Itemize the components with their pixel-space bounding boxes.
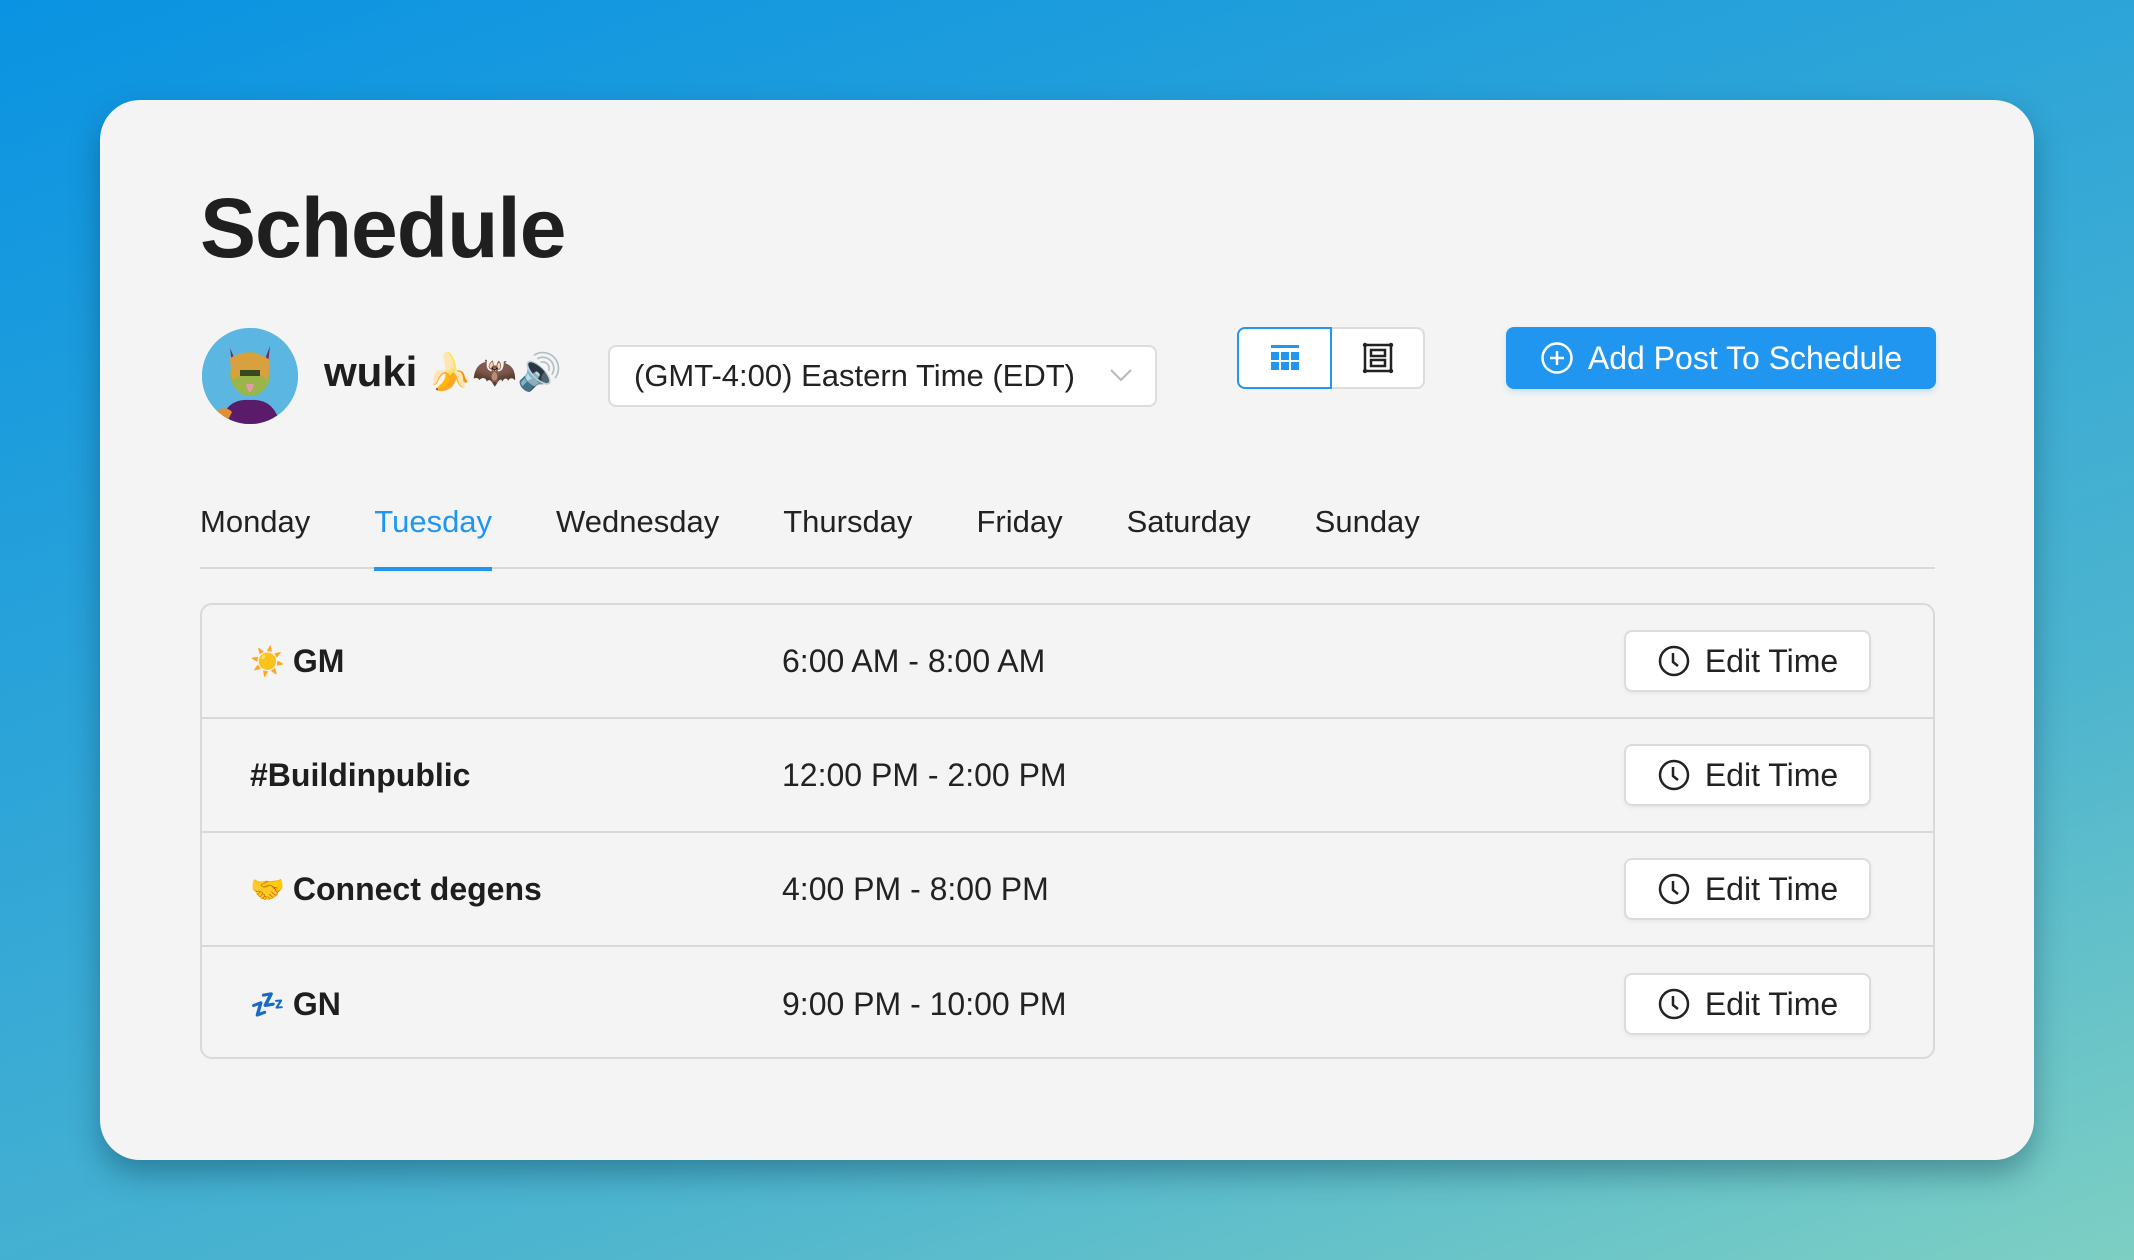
add-post-button[interactable]: Add Post To Schedule xyxy=(1506,327,1936,389)
slot-time: 9:00 PM - 10:00 PM xyxy=(782,985,1067,1022)
slot-name-text: Connect degens xyxy=(292,870,542,907)
avatar xyxy=(202,328,298,424)
slot-time: 12:00 PM - 2:00 PM xyxy=(782,756,1067,793)
tab-wednesday[interactable]: Wednesday xyxy=(556,500,719,569)
edit-time-button[interactable]: Edit Time xyxy=(1624,744,1871,806)
slot-time: 6:00 AM - 8:00 AM xyxy=(782,642,1046,679)
ape-avatar-icon xyxy=(202,328,298,424)
edit-time-button[interactable]: Edit Time xyxy=(1624,973,1871,1035)
tab-thursday[interactable]: Thursday xyxy=(783,500,912,569)
tab-friday[interactable]: Friday xyxy=(976,500,1062,569)
edit-time-label: Edit Time xyxy=(1704,985,1839,1022)
edit-time-label: Edit Time xyxy=(1704,756,1839,793)
sun-icon: ☀️ xyxy=(250,645,285,677)
slot-name: #Buildinpublic xyxy=(250,757,470,794)
clock-icon xyxy=(1658,645,1690,677)
view-toggle xyxy=(1237,327,1425,389)
edit-time-label: Edit Time xyxy=(1704,642,1839,679)
day-tabs: Monday Tuesday Wednesday Thursday Friday… xyxy=(200,500,1935,571)
slot-name-text: GN xyxy=(292,985,341,1022)
calendar-grid-icon xyxy=(1270,345,1299,370)
timezone-value: (GMT-4:00) Eastern Time (EDT) xyxy=(634,358,1075,393)
tab-monday[interactable]: Monday xyxy=(200,500,310,569)
plus-circle-icon xyxy=(1541,342,1573,374)
schedule-table: ☀️ GM 6:00 AM - 8:00 AM Edit Time #Build… xyxy=(200,603,1935,1059)
slot-name: 🤝 Connect degens xyxy=(250,871,542,908)
page-title: Schedule xyxy=(200,181,566,275)
tab-tuesday[interactable]: Tuesday xyxy=(374,500,492,571)
table-row: 🤝 Connect degens 4:00 PM - 8:00 PM Edit … xyxy=(202,833,1933,947)
list-frame-icon xyxy=(1362,342,1393,374)
edit-time-button[interactable]: Edit Time xyxy=(1624,630,1871,692)
slot-time: 4:00 PM - 8:00 PM xyxy=(782,870,1049,907)
schedule-card: Schedule wuki 🍌🦇🔊 (GMT-4:00) Eastern Tim… xyxy=(100,100,2034,1160)
slot-name: ☀️ GM xyxy=(250,643,344,680)
handshake-icon: 🤝 xyxy=(250,873,285,905)
chevron-down-icon xyxy=(1110,369,1132,382)
clock-icon xyxy=(1658,988,1690,1020)
slot-name-text: #Buildinpublic xyxy=(250,756,471,793)
calendar-view-button[interactable] xyxy=(1237,327,1332,389)
username-emoji: 🍌🦇🔊 xyxy=(427,351,562,392)
slot-name: 💤 GN xyxy=(250,986,341,1023)
tab-sunday[interactable]: Sunday xyxy=(1315,500,1420,569)
table-row: #Buildinpublic 12:00 PM - 2:00 PM Edit T… xyxy=(202,719,1933,833)
table-row: 💤 GN 9:00 PM - 10:00 PM Edit Time xyxy=(202,947,1933,1057)
tab-saturday[interactable]: Saturday xyxy=(1127,500,1251,569)
username: wuki 🍌🦇🔊 xyxy=(324,348,562,396)
table-row: ☀️ GM 6:00 AM - 8:00 AM Edit Time xyxy=(202,605,1933,719)
slot-name-text: GM xyxy=(292,642,345,679)
timezone-select[interactable]: (GMT-4:00) Eastern Time (EDT) xyxy=(608,345,1157,407)
edit-time-label: Edit Time xyxy=(1704,870,1839,907)
clock-icon xyxy=(1658,873,1690,905)
edit-time-button[interactable]: Edit Time xyxy=(1624,858,1871,920)
username-text: wuki xyxy=(324,348,418,395)
add-post-label: Add Post To Schedule xyxy=(1587,339,1903,376)
sleeping-zzz-icon: 💤 xyxy=(250,988,285,1020)
list-view-button[interactable] xyxy=(1332,329,1423,387)
clock-icon xyxy=(1658,759,1690,791)
